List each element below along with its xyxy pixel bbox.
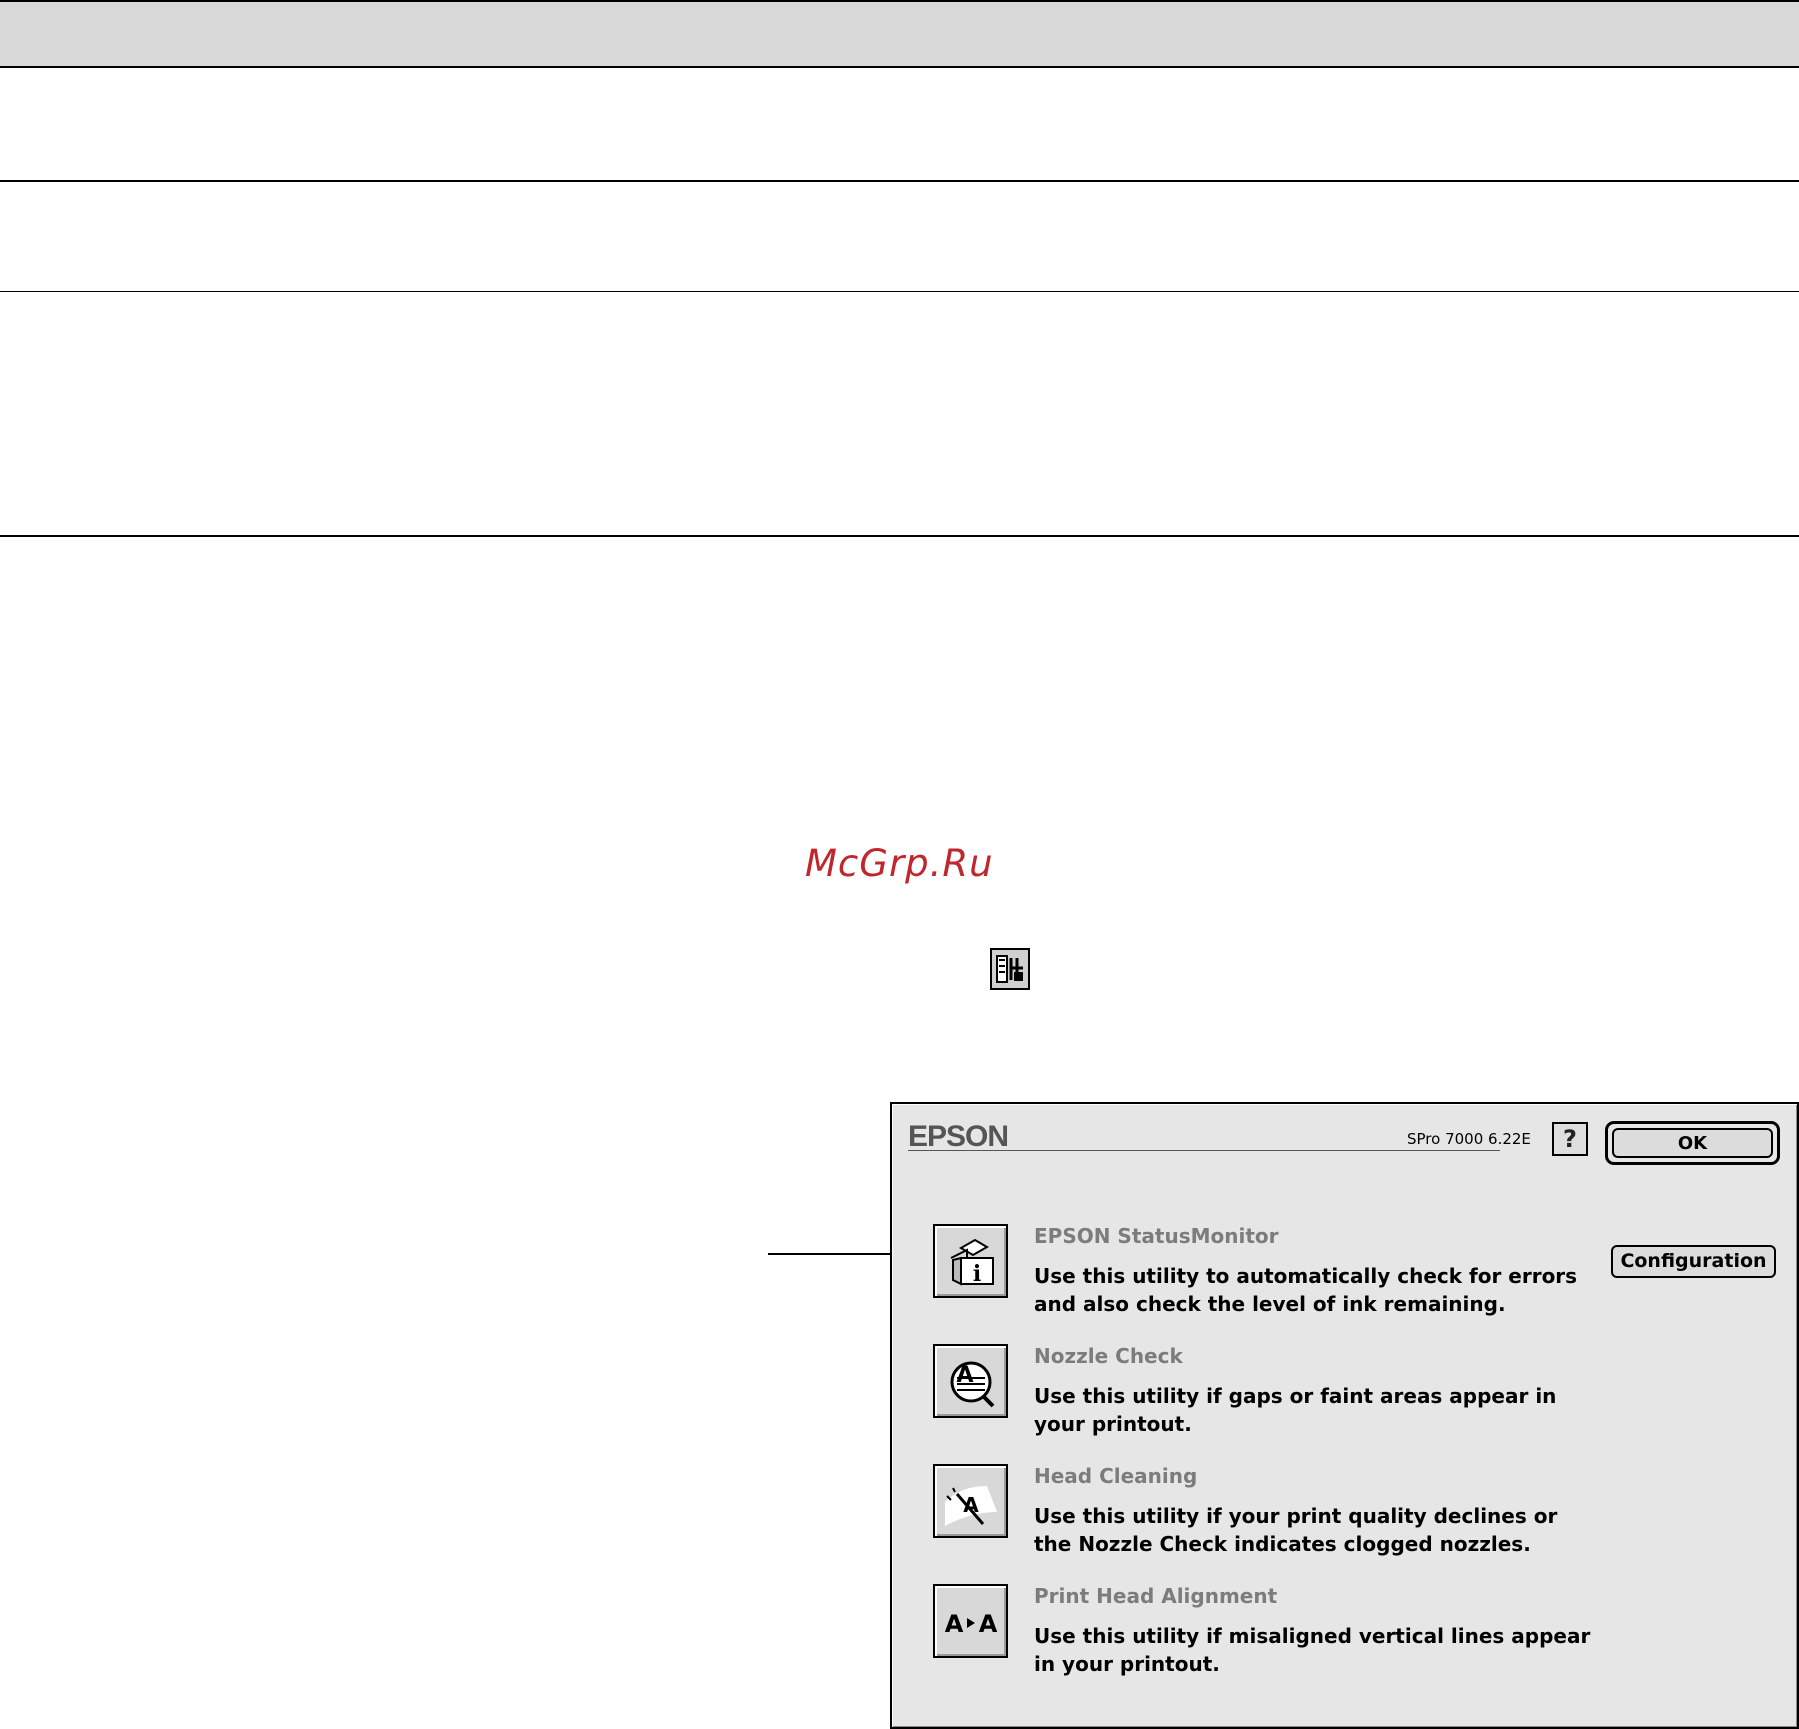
utility-print-head-alignment: A A Print Head Alignment Use this utilit… — [933, 1584, 1590, 1684]
head-cleaning-button[interactable]: A — [933, 1464, 1008, 1538]
utility-description: Use this utility if gaps or faint areas … — [1034, 1384, 1557, 1436]
help-button[interactable]: ? — [1552, 1122, 1588, 1156]
utility-title: EPSON StatusMonitor — [1034, 1224, 1279, 1248]
print-head-alignment-icon: A A — [945, 1610, 998, 1638]
head-cleaning-icon: A — [945, 1486, 997, 1526]
epson-logo: EPSON — [908, 1120, 1009, 1153]
utility-nozzle-check: A Nozzle Check Use this utility if gaps … — [933, 1344, 1583, 1444]
utility-title: Nozzle Check — [1034, 1344, 1183, 1368]
logo-underline — [908, 1150, 1500, 1151]
status-monitor-button[interactable]: i — [933, 1224, 1008, 1298]
svg-text:i: i — [973, 1261, 981, 1287]
divider — [0, 535, 1799, 537]
nozzle-check-icon: A — [950, 1361, 995, 1408]
print-head-alignment-button[interactable]: A A — [933, 1584, 1008, 1658]
ok-button-default-ring: OK — [1605, 1121, 1780, 1165]
utility-title: Print Head Alignment — [1034, 1584, 1278, 1608]
svg-text:A: A — [979, 1610, 998, 1638]
ok-button[interactable]: OK — [1612, 1128, 1773, 1158]
watermark-text: McGrp.Ru — [805, 842, 994, 885]
utility-description: Use this utility if misaligned vertical … — [1034, 1624, 1591, 1676]
header-band — [0, 0, 1799, 68]
nozzle-check-button[interactable]: A — [933, 1344, 1008, 1418]
utility-icon — [990, 948, 1030, 990]
version-label: SPro 7000 6.22E — [1407, 1130, 1531, 1148]
utility-dialog: EPSON SPro 7000 6.22E ? OK Configuration… — [890, 1102, 1799, 1729]
status-monitor-icon: i — [950, 1238, 994, 1287]
utility-status-monitor: i EPSON StatusMonitor Use this utility t… — [933, 1224, 1583, 1324]
utility-title: Head Cleaning — [1034, 1464, 1198, 1488]
utility-description: Use this utility to automatically check … — [1034, 1264, 1578, 1316]
divider — [0, 180, 1799, 182]
utility-head-cleaning: A Head Cleaning Use this utility if your… — [933, 1464, 1583, 1564]
svg-text:A: A — [945, 1610, 964, 1638]
configuration-button[interactable]: Configuration — [1611, 1245, 1776, 1278]
divider — [0, 291, 1799, 292]
utility-description: Use this utility if your print quality d… — [1034, 1504, 1558, 1556]
